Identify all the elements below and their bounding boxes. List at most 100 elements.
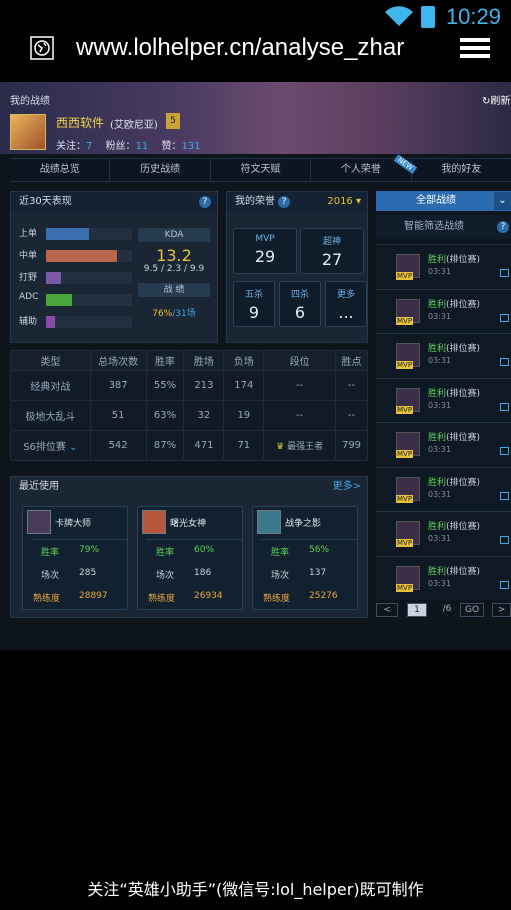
chevron-down-icon[interactable]: ⌄ xyxy=(494,192,511,210)
screenshot-icon[interactable] xyxy=(500,491,509,500)
honor-penta[interactable]: 五杀 9 xyxy=(233,281,275,327)
prev-page-button[interactable]: < xyxy=(376,603,398,617)
year-select[interactable]: 2016 ▾ xyxy=(327,192,361,212)
games-label: 场次 xyxy=(271,571,290,581)
page-input[interactable]: 1 xyxy=(407,603,427,617)
column-header: 负场 xyxy=(223,350,265,371)
honor-mvp[interactable]: MVP 29 xyxy=(233,228,297,274)
honor-title: 我的荣誉 xyxy=(235,196,275,207)
match-result: 胜利(排位赛) xyxy=(428,430,480,443)
smart-filter-label: 智能筛选战绩 xyxy=(404,221,464,232)
tab-overview[interactable]: 战绩总览 xyxy=(10,159,111,181)
help-icon[interactable]: ? xyxy=(199,196,211,208)
help-icon[interactable]: ? xyxy=(497,221,509,233)
honor-quadra[interactable]: 四杀 6 xyxy=(279,281,321,327)
mvp-badge: MVP xyxy=(396,405,414,414)
role-bar-track xyxy=(46,250,132,262)
screenshot-icon[interactable] xyxy=(500,447,509,455)
url-input[interactable]: www.lolhelper.cn/analyse_zhar xyxy=(76,34,432,62)
kda-value: 13.2 xyxy=(156,246,192,265)
chevron-down-icon[interactable]: ⌄ xyxy=(69,442,77,453)
match-row[interactable]: MVP 胜利(排位赛) 03:31 xyxy=(376,333,511,377)
match-result: 胜利(排位赛) xyxy=(428,475,480,488)
follow-count: 7 xyxy=(86,141,93,152)
role-bar-fill xyxy=(46,228,89,240)
tab-history[interactable]: 历史战绩 xyxy=(110,159,211,181)
games-value: 137 xyxy=(309,568,327,578)
result-text: 胜利 xyxy=(428,255,447,265)
role-label: 辅助 xyxy=(19,317,38,327)
mvp-badge: MVP xyxy=(396,361,414,369)
filter-all-button[interactable]: 全部战绩 xyxy=(376,191,511,211)
honor-more[interactable]: 更多... xyxy=(325,281,367,327)
cell: 19 xyxy=(223,400,265,431)
match-row[interactable]: MVP 胜利(排位赛) 03:31 xyxy=(376,555,511,600)
kda-label: KDA xyxy=(138,228,210,242)
champion-avatar xyxy=(142,510,166,534)
table-row[interactable]: 极地大乱斗 51 63% 32 19 -- -- xyxy=(10,400,368,431)
record-label: 战 绩 xyxy=(138,283,210,297)
globe-icon[interactable] xyxy=(30,36,54,60)
recent-champion-card[interactable]: 战争之影 胜率 56% 场次 137 熟练度 25276 xyxy=(252,506,358,610)
screenshot-icon[interactable] xyxy=(500,358,509,366)
tabs-menu-icon[interactable] xyxy=(458,34,494,62)
games-value: 285 xyxy=(79,568,97,578)
champion-name: 曙光女神 xyxy=(170,519,207,529)
role-bar-fill xyxy=(46,294,72,306)
match-time: 03:31 xyxy=(428,534,452,543)
mode-text: (排位赛) xyxy=(446,344,481,354)
screenshot-icon[interactable] xyxy=(500,313,509,322)
match-row[interactable]: MVP 胜利(排位赛) 03:31 xyxy=(376,288,511,333)
more-link[interactable]: 更多> xyxy=(333,477,361,497)
smart-filter-button[interactable]: 智能筛选战绩? xyxy=(376,215,511,239)
role-bar-fill xyxy=(46,316,55,328)
match-row[interactable]: MVP 胜利(排位赛) 03:31 xyxy=(376,422,511,466)
champion-avatar xyxy=(27,510,51,534)
mastery-label: 熟练度 xyxy=(148,594,176,604)
avatar[interactable] xyxy=(10,114,46,150)
help-icon[interactable]: ? xyxy=(278,196,291,208)
go-button[interactable]: GO xyxy=(460,603,484,617)
table-row[interactable]: S6排位赛 ⌄ 542 87% 471 71 ♛ 最强王者 799 xyxy=(10,430,368,461)
screenshot-icon[interactable] xyxy=(500,402,509,411)
mode-text: (排位赛) xyxy=(446,477,481,488)
table-row[interactable]: 经典对战 387 55% 213 174 -- -- xyxy=(10,370,368,401)
page-total: /6 xyxy=(442,604,452,614)
tab-runes[interactable]: 符文天赋 xyxy=(211,159,312,181)
screenshot-icon[interactable] xyxy=(500,580,509,589)
recent-champion-card[interactable]: 曙光女神 胜率 60% 场次 186 熟练度 26934 xyxy=(137,506,243,610)
column-header: 胜率 xyxy=(145,350,185,371)
cell: 63% xyxy=(145,400,185,431)
honor-label: MVP xyxy=(255,234,275,244)
mode-text: (排位赛) xyxy=(446,522,481,532)
role-label: ADC xyxy=(19,292,39,302)
role-bar-fill xyxy=(46,250,117,262)
screenshot-icon[interactable] xyxy=(500,536,509,544)
recent-champion-card[interactable]: 卡牌大师 胜率 79% 场次 285 熟练度 28897 xyxy=(22,506,128,610)
next-page-button[interactable]: > xyxy=(492,603,511,617)
honor-legendary[interactable]: 超神 27 xyxy=(300,228,364,274)
cell: 最强王者 xyxy=(287,442,324,452)
mvp-badge: MVP xyxy=(396,316,414,325)
role-bar-track xyxy=(46,294,132,306)
games-label: 场次 xyxy=(41,571,60,581)
tab-friends[interactable]: 我的好友 xyxy=(412,159,511,181)
cell: 471 xyxy=(183,430,225,461)
cell-with-dropdown[interactable]: S6排位赛 ⌄ xyxy=(10,430,91,461)
server-name: (艾欧尼亚) xyxy=(110,120,158,131)
rate-label: 胜率 xyxy=(271,548,290,558)
match-row[interactable]: MVP 胜利(排位赛) 03:31 xyxy=(376,466,511,511)
match-row[interactable]: MVP 胜利(排位赛) 03:31 xyxy=(376,244,511,288)
match-time: 03:31 xyxy=(428,356,452,365)
footer-caption: 关注“英雄小助手”(微信号:lol_helper)既可制作 xyxy=(87,880,424,899)
refresh-button[interactable]: ↻刷新 xyxy=(482,92,510,107)
result-text: 胜利 xyxy=(428,477,447,488)
rate-value: 79% xyxy=(79,545,100,555)
cell: S6排位赛 xyxy=(23,442,66,453)
screenshot-icon[interactable] xyxy=(500,269,509,277)
match-row[interactable]: MVP 胜利(排位赛) 03:31 xyxy=(376,511,511,555)
honor-label: 四杀 xyxy=(290,290,309,300)
cell: 799 xyxy=(335,430,368,461)
match-row[interactable]: MVP 胜利(排位赛) 03:31 xyxy=(376,377,511,422)
fans-label: 粉丝： xyxy=(105,141,136,152)
